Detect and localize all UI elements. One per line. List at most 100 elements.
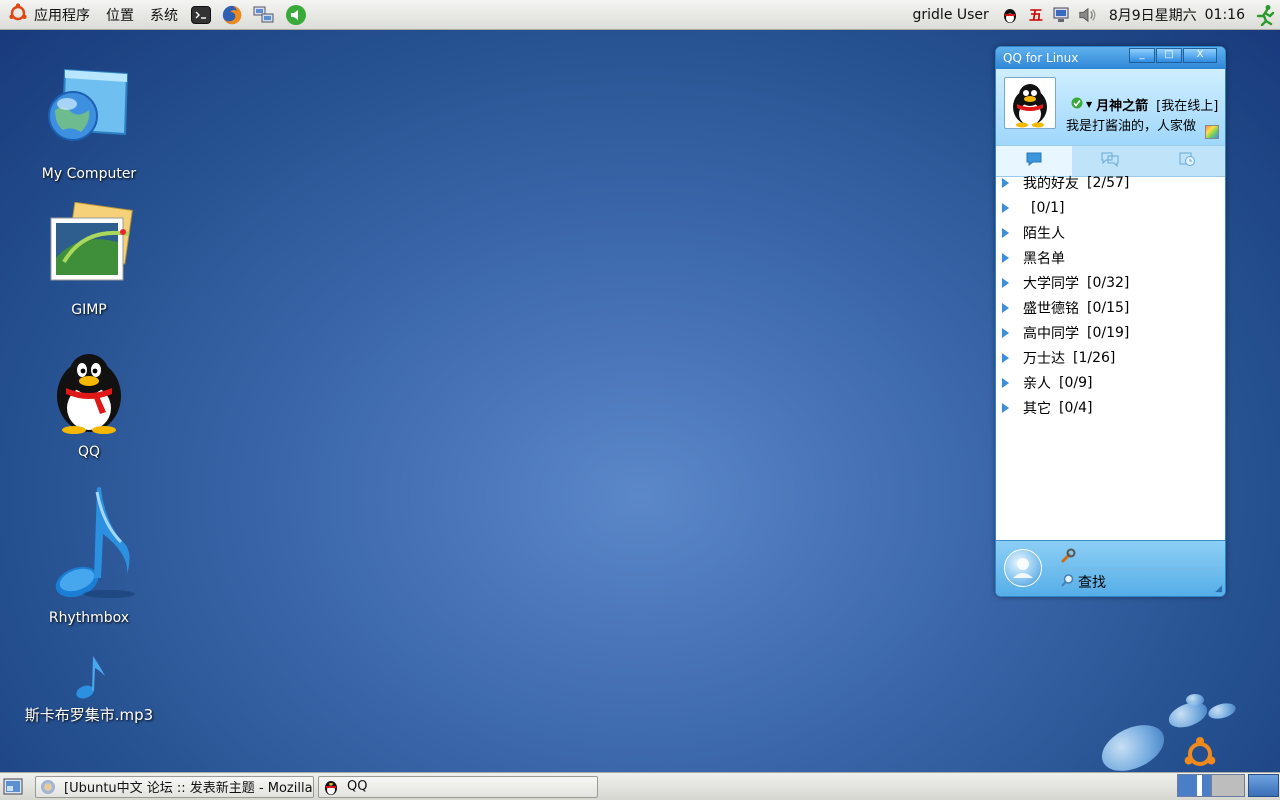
network-icon[interactable] — [253, 4, 275, 26]
mp3-file-icon — [69, 656, 109, 704]
expand-triangle-icon — [1002, 352, 1009, 363]
expand-triangle-icon — [1002, 402, 1009, 413]
group-name: 大学同学 — [1023, 275, 1079, 292]
gimp-icon — [39, 201, 139, 296]
menu-system[interactable]: 系统 — [142, 0, 186, 30]
group-name: 黑名单 — [1023, 250, 1065, 267]
my-computer-icon — [41, 68, 137, 160]
input-method-icon[interactable]: 五 — [1026, 5, 1046, 25]
group-count: [0/15] — [1087, 299, 1130, 316]
desktop-icon-label: Rhythmbox — [48, 610, 130, 626]
minimize-button[interactable]: _ — [1129, 48, 1155, 63]
trash-applet[interactable] — [1248, 774, 1279, 797]
expand-triangle-icon — [1002, 202, 1009, 213]
group-count: [0/32] — [1087, 274, 1130, 291]
user-name[interactable]: gridle User — [905, 7, 997, 23]
top-panel: 应用程序 位置 系统 gridle User 五 8月9日星期六 01:16 — [0, 0, 1280, 30]
desktop-icon-label: GIMP — [71, 302, 107, 318]
expand-triangle-icon — [1002, 177, 1009, 188]
expand-triangle-icon — [1002, 227, 1009, 238]
contact-group-item[interactable]: 陌生人 — [996, 220, 1225, 245]
expand-triangle-icon — [1002, 377, 1009, 388]
ubuntu-logo-icon — [8, 2, 28, 27]
resize-grip-icon[interactable]: ◢ — [1215, 584, 1222, 594]
contact-group-item[interactable]: 大学同学 [0/32] — [996, 270, 1225, 295]
qq-tray-icon[interactable] — [1000, 5, 1020, 25]
desktop-icon-label: My Computer — [41, 166, 137, 182]
group-count: [0/4] — [1059, 399, 1093, 416]
taskbar-item-label: [Ubuntu中文 论坛 :: 发表新主题 - Mozilla Firefox] — [64, 781, 313, 796]
terminal-icon[interactable] — [191, 5, 211, 24]
sound-launcher-icon[interactable] — [285, 4, 307, 26]
desktop-icon-gimp[interactable]: GIMP — [14, 201, 164, 318]
find-label: 查找 — [1078, 575, 1106, 591]
group-name: 万士达 — [1023, 350, 1065, 367]
firefox-icon[interactable] — [221, 4, 243, 26]
expand-triangle-icon — [1002, 252, 1009, 263]
qq-profile-header: ▼ 月神之箭 [我在线上] 我是打酱油的，人家做 — [996, 69, 1225, 145]
workspace-switcher-1[interactable] — [1177, 774, 1211, 797]
avatar[interactable] — [1004, 77, 1056, 129]
nickname: 月神之箭 — [1096, 99, 1149, 114]
status-row[interactable]: ▼ 月神之箭 [我在线上] — [1071, 95, 1218, 114]
group-name: 我的好友 — [1023, 175, 1079, 192]
qq-bottom-bar: 查找 ◢ — [996, 540, 1225, 596]
desktop-icon-label: QQ — [77, 444, 101, 460]
qq-window-title: QQ for Linux — [1003, 51, 1079, 65]
maximize-button[interactable]: □ — [1156, 48, 1182, 63]
group-count: [2/57] — [1087, 174, 1130, 191]
qq-penguin-icon — [323, 778, 339, 796]
qq-titlebar[interactable]: QQ for Linux _ □ X — [996, 47, 1225, 69]
contact-group-item[interactable]: 黑名单 — [996, 245, 1225, 270]
bottom-panel: [Ubuntu中文 论坛 :: 发表新主题 - Mozilla Firefox]… — [0, 772, 1280, 800]
desktop-icon-mp3-file[interactable]: 斯卡布罗集市.mp3 — [14, 654, 164, 725]
qq-penguin-icon — [1005, 84, 1055, 132]
contact-group-item[interactable]: 其它 [0/4] — [996, 395, 1225, 420]
clock-time[interactable]: 01:16 — [1201, 7, 1253, 23]
signature[interactable]: 我是打酱油的，人家做 — [1066, 115, 1196, 134]
wallpaper-drop-large — [1094, 715, 1172, 781]
group-count: [0/19] — [1087, 324, 1130, 341]
group-name: 高中同学 — [1023, 325, 1079, 342]
chevron-down-icon: ▼ — [1086, 100, 1093, 109]
contact-group-item[interactable]: 我的好友 [2/57] — [996, 170, 1225, 195]
close-button[interactable]: X — [1183, 48, 1217, 63]
network-status-icon[interactable] — [1052, 5, 1072, 25]
find-button[interactable]: 查找 — [1060, 572, 1106, 592]
wallpaper-drop-tiny — [1186, 694, 1204, 706]
firefox-icon — [40, 779, 56, 795]
menu-applications[interactable]: 应用程序 — [0, 0, 98, 30]
qzone-icon[interactable] — [1205, 125, 1219, 139]
taskbar-item-firefox[interactable]: [Ubuntu中文 论坛 :: 发表新主题 - Mozilla Firefox] — [35, 775, 314, 798]
taskbar-item-label: QQ — [347, 779, 368, 794]
ubuntu-wallpaper-logo-icon — [1182, 737, 1218, 775]
expand-triangle-icon — [1002, 302, 1009, 313]
user-silhouette-icon — [1005, 558, 1041, 590]
group-name: 亲人 — [1023, 375, 1051, 392]
wallpaper-drop-small — [1206, 700, 1238, 722]
desktop-icon-qq[interactable]: QQ — [14, 346, 164, 460]
rhythmbox-icon — [39, 487, 139, 604]
contact-group-item[interactable]: 万士达 [1/26] — [996, 345, 1225, 370]
contact-group-item[interactable]: 盛世德铭 [0/15] — [996, 295, 1225, 320]
online-check-icon — [1071, 97, 1083, 113]
group-name: 陌生人 — [1023, 225, 1065, 242]
workspace-switcher-2[interactable] — [1211, 774, 1245, 797]
qq-main-menu-button[interactable] — [1004, 549, 1042, 587]
desktop-icon-my-computer[interactable]: My Computer — [14, 60, 164, 182]
show-desktop-icon[interactable] — [3, 777, 23, 797]
taskbar-item-qq[interactable]: QQ — [318, 775, 598, 798]
contact-group-item[interactable]: 高中同学 [0/19] — [996, 320, 1225, 345]
desktop-icon-rhythmbox[interactable]: Rhythmbox — [14, 484, 164, 626]
group-name: 盛世德铭 — [1023, 300, 1079, 317]
menu-places[interactable]: 位置 — [98, 0, 142, 30]
quit-runner-icon[interactable] — [1256, 4, 1276, 26]
volume-icon[interactable] — [1078, 5, 1098, 25]
status-text: [我在线上] — [1156, 99, 1219, 114]
contact-group-item[interactable]: 亲人 [0/9] — [996, 370, 1225, 395]
wrench-icon — [1060, 548, 1076, 568]
contact-group-item[interactable]: [0/1] — [996, 195, 1225, 220]
settings-wrench-button[interactable] — [1060, 548, 1076, 568]
clock-date[interactable]: 8月9日星期六 — [1101, 5, 1201, 25]
qq-window: QQ for Linux _ □ X ▼ 月神之箭 [我在线上] 我是打酱油的，… — [995, 46, 1226, 597]
